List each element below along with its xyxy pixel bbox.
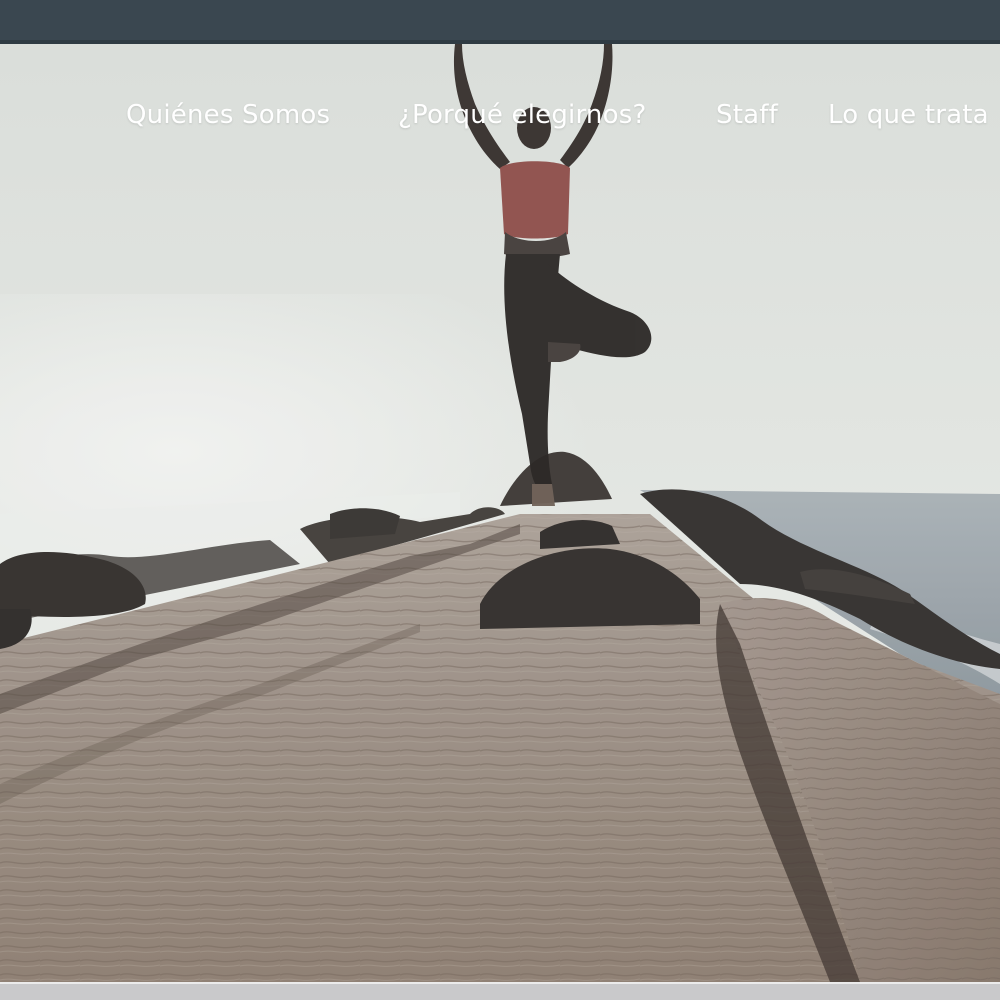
nav-link-porque-elegirnos[interactable]: ¿Porqué elegirnos? — [398, 100, 646, 130]
hero-banner — [0, 44, 1000, 982]
hero-photo — [0, 44, 1000, 982]
nav-link-lo-que-tratamos[interactable]: Lo que trata — [828, 100, 989, 130]
nav-link-quienes-somos[interactable]: Quiénes Somos — [126, 100, 330, 130]
main-nav: Quiénes Somos ¿Porqué elegirnos? Staff L… — [0, 0, 1000, 140]
bottom-scroll-edge — [0, 982, 1000, 1000]
nav-link-staff[interactable]: Staff — [716, 100, 778, 130]
